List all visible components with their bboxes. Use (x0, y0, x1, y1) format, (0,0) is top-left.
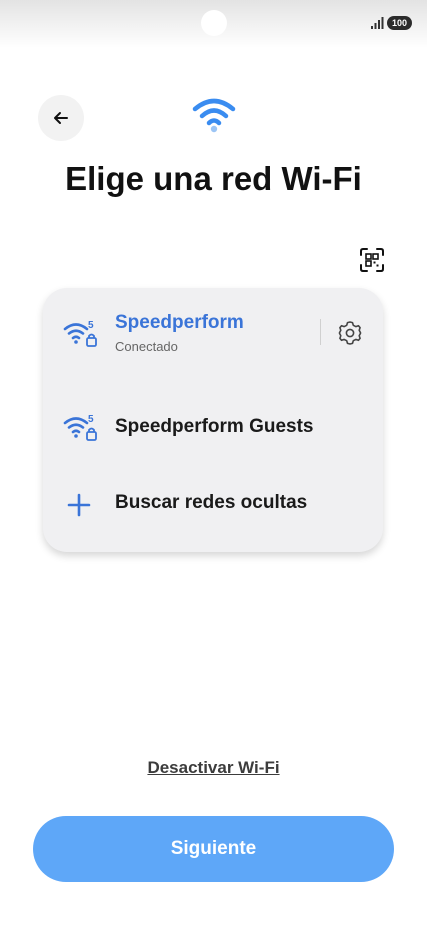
wifi-icon (192, 98, 236, 133)
plus-icon (67, 493, 91, 517)
divider (320, 319, 321, 345)
arrow-left-icon (54, 112, 68, 124)
gear-icon (338, 321, 362, 345)
qr-code-scan-icon (360, 248, 384, 272)
network-item-connected[interactable]: 5 Speedperform Conectado (43, 298, 383, 374)
network-name: Speedperform (115, 312, 244, 333)
search-hidden-networks-button[interactable]: Buscar redes ocultas (43, 478, 383, 538)
wifi-5ghz-lock-icon: 5 (63, 320, 97, 347)
signal-bars-icon (371, 17, 384, 29)
qr-code-scan-button[interactable] (356, 244, 388, 276)
battery-indicator: 100 (387, 16, 412, 30)
network-item[interactable]: 5 Speedperform Guests (43, 388, 383, 468)
svg-text:5: 5 (88, 414, 94, 425)
network-status: Conectado (115, 339, 178, 354)
next-button[interactable]: Siguiente (33, 816, 394, 882)
network-settings-button[interactable] (333, 316, 367, 350)
back-button[interactable] (38, 95, 84, 141)
camera-cutout (201, 10, 227, 36)
disable-wifi-link[interactable]: Desactivar Wi-Fi (0, 758, 427, 778)
status-bar: 100 (0, 0, 427, 48)
search-hidden-networks-label: Buscar redes ocultas (115, 492, 308, 513)
network-list-card: 5 Speedperform Conectado 5 Speedperform … (43, 288, 383, 552)
wifi-5ghz-lock-icon: 5 (63, 414, 97, 441)
svg-text:5: 5 (88, 320, 94, 331)
page-title: Elige una red Wi-Fi (65, 160, 362, 197)
network-name: Speedperform Guests (115, 416, 314, 437)
